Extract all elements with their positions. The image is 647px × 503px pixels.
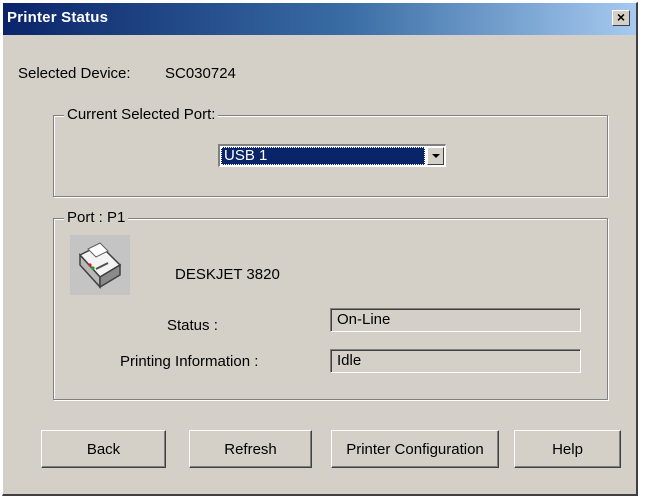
printing-info-field: Idle: [330, 349, 581, 373]
refresh-button[interactable]: Refresh: [189, 430, 312, 468]
status-field: On-Line: [330, 308, 581, 332]
printer-icon: [70, 235, 130, 295]
printer-status-dialog: Printer Status × Selected Device: SC0307…: [2, 2, 638, 496]
printer-port-legend: Port : P1: [64, 209, 129, 226]
port-select[interactable]: USB 1: [218, 144, 446, 167]
printer-configuration-button[interactable]: Printer Configuration: [331, 430, 499, 468]
close-icon: ×: [616, 9, 626, 25]
printer-model: DESKJET 3820: [175, 266, 280, 283]
title-bar[interactable]: Printer Status ×: [3, 3, 636, 35]
current-port-legend: Current Selected Port:: [64, 106, 219, 123]
port-select-value: USB 1: [221, 147, 425, 165]
selected-device-label: Selected Device:: [18, 65, 131, 82]
help-button[interactable]: Help: [514, 430, 621, 468]
window-title: Printer Status: [7, 9, 109, 26]
back-button[interactable]: Back: [41, 430, 166, 468]
chevron-down-icon[interactable]: [427, 147, 444, 165]
close-button[interactable]: ×: [612, 10, 630, 26]
status-label: Status :: [167, 317, 218, 334]
selected-device-value: SC030724: [165, 65, 236, 82]
printing-info-label: Printing Information :: [120, 353, 259, 370]
